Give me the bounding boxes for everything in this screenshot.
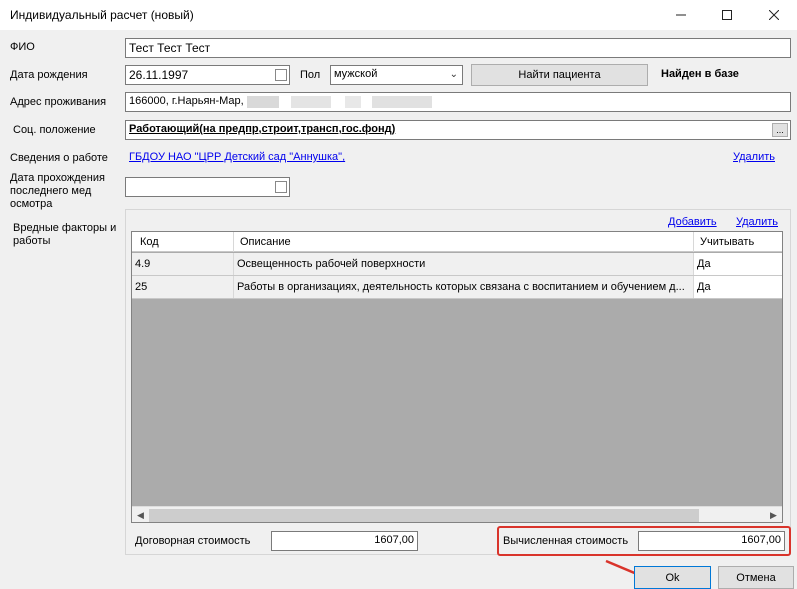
address-field[interactable]: 166000, г.Нарьян-Мар, bbox=[125, 92, 791, 112]
ok-label: Ok bbox=[665, 571, 680, 584]
cell-description: Работы в организациях, деятельность кото… bbox=[234, 276, 694, 298]
column-header-account[interactable]: Учитывать bbox=[694, 232, 782, 252]
find-patient-label: Найти пациента bbox=[518, 69, 601, 81]
cell-code: 25 bbox=[132, 276, 234, 298]
close-button[interactable] bbox=[751, 0, 797, 30]
title-bar: Индивидуальный расчет (новый) bbox=[0, 0, 797, 30]
window-title: Индивидуальный расчет (новый) bbox=[10, 8, 194, 22]
hazards-add-link[interactable]: Добавить bbox=[668, 216, 717, 228]
column-header-code[interactable]: Код bbox=[132, 232, 234, 252]
scroll-right-icon[interactable]: ▶ bbox=[765, 507, 782, 522]
hazards-table[interactable]: Код Описание Учитывать 4.9 Освещенность … bbox=[131, 231, 783, 523]
redacted-block bbox=[345, 96, 361, 108]
sex-value: мужской bbox=[334, 68, 378, 80]
horizontal-scrollbar[interactable]: ◀ ▶ bbox=[132, 506, 782, 522]
ellipsis-label: ... bbox=[776, 125, 784, 135]
scrollbar-thumb[interactable] bbox=[149, 509, 699, 522]
close-icon bbox=[769, 10, 779, 20]
dob-value: 26.11.1997 bbox=[129, 68, 189, 82]
cancel-label: Отмена bbox=[736, 571, 776, 584]
contract-cost-label: Договорная стоимость bbox=[135, 535, 251, 547]
social-label: Соц. положение bbox=[13, 124, 96, 136]
social-value: Работающий(на предпр,строит,трансп,гос.ф… bbox=[129, 123, 396, 135]
scroll-left-icon[interactable]: ◀ bbox=[132, 507, 149, 522]
dob-label: Дата рождения bbox=[10, 69, 88, 81]
cancel-button[interactable]: Отмена bbox=[718, 566, 794, 589]
table-row[interactable]: 25 Работы в организациях, деятельность к… bbox=[132, 276, 782, 299]
table-header: Код Описание Учитывать bbox=[132, 232, 782, 252]
fio-label: ФИО bbox=[10, 41, 35, 53]
cell-description: Освещенность рабочей поверхности bbox=[234, 253, 694, 275]
sex-select[interactable]: мужской ⌄ bbox=[330, 65, 463, 85]
calendar-icon[interactable] bbox=[275, 69, 287, 81]
found-status: Найден в базе bbox=[661, 68, 739, 80]
column-header-description[interactable]: Описание bbox=[234, 232, 694, 252]
work-delete-link[interactable]: Удалить bbox=[733, 151, 775, 163]
cell-account[interactable]: Да bbox=[694, 253, 782, 275]
social-ellipsis-button[interactable]: ... bbox=[772, 123, 788, 137]
find-patient-button[interactable]: Найти пациента bbox=[471, 64, 648, 86]
cell-account[interactable]: Да bbox=[694, 276, 782, 298]
table-row[interactable]: 4.9 Освещенность рабочей поверхности Да bbox=[132, 253, 782, 276]
maximize-icon bbox=[722, 10, 732, 20]
medexam-label: Дата прохождения последнего мед осмотра bbox=[10, 172, 105, 210]
calendar-icon[interactable] bbox=[275, 181, 287, 193]
social-field[interactable]: Работающий(на предпр,строит,трансп,гос.ф… bbox=[125, 120, 791, 140]
address-label: Адрес проживания bbox=[10, 96, 107, 108]
contract-cost-field[interactable]: 1607,00 bbox=[271, 531, 418, 551]
redacted-block bbox=[372, 96, 432, 108]
medexam-field[interactable] bbox=[125, 177, 290, 197]
minimize-icon bbox=[676, 14, 686, 16]
ok-button[interactable]: Ok bbox=[634, 566, 711, 589]
cell-code: 4.9 bbox=[132, 253, 234, 275]
fio-field[interactable]: Тест Тест Тест bbox=[125, 38, 791, 58]
redacted-block bbox=[291, 96, 331, 108]
redacted-block bbox=[247, 96, 279, 108]
hazards-label: Вредные факторы и работы bbox=[13, 222, 117, 247]
calculated-cost-field[interactable]: 1607,00 bbox=[638, 531, 785, 551]
sex-label: Пол bbox=[300, 69, 321, 81]
minimize-button[interactable] bbox=[658, 0, 704, 30]
chevron-down-icon: ⌄ bbox=[449, 69, 458, 80]
maximize-button[interactable] bbox=[704, 0, 750, 30]
work-label: Сведения о работе bbox=[10, 152, 108, 164]
work-link[interactable]: ГБДОУ НАО "ЦРР Детский сад "Аннушка", bbox=[129, 151, 345, 163]
address-value: 166000, г.Нарьян-Мар, bbox=[129, 95, 244, 107]
hazards-delete-link[interactable]: Удалить bbox=[736, 216, 778, 228]
dob-field[interactable]: 26.11.1997 bbox=[125, 65, 290, 85]
calculated-cost-label: Вычисленная стоимость bbox=[503, 535, 629, 547]
